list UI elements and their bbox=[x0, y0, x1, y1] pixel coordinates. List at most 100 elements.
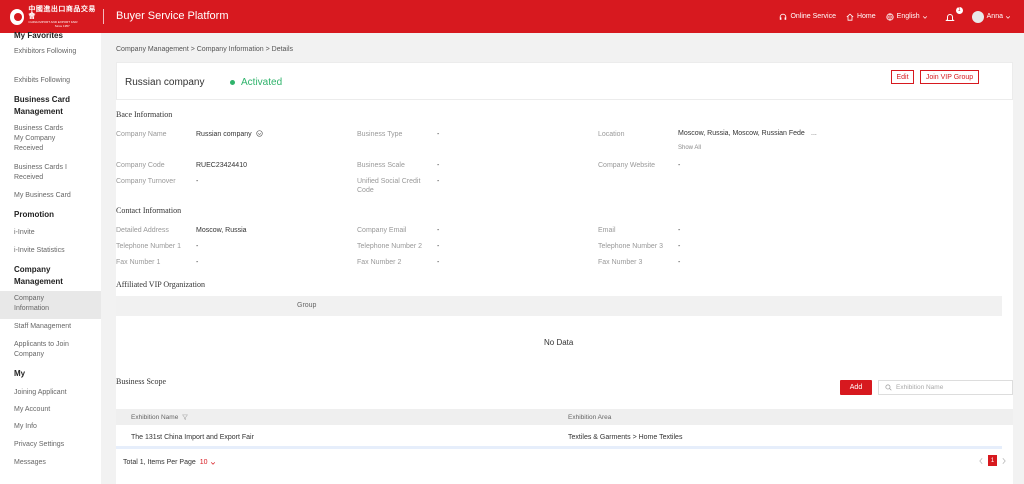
company-code-label: Company Code bbox=[116, 162, 165, 169]
telephone-3-value: - bbox=[678, 243, 681, 250]
items-per-page-value: 10 bbox=[199, 459, 208, 466]
items-per-page-select[interactable]: 10 bbox=[200, 459, 216, 466]
sidebar-item-my-business-card[interactable]: My Business Card bbox=[14, 191, 94, 201]
business-scale-value: - bbox=[437, 162, 440, 169]
business-type-label: Business Type bbox=[357, 131, 403, 138]
sidebar-item-messages[interactable]: Messages bbox=[14, 458, 94, 468]
bell-icon bbox=[944, 13, 955, 21]
location-label: Location bbox=[598, 131, 625, 138]
status-dot-icon bbox=[230, 80, 235, 85]
sidebar-item-exhibitors-following[interactable]: Exhibitors Following bbox=[14, 47, 94, 57]
sidebar-item-exhibits-following[interactable]: Exhibits Following bbox=[14, 76, 94, 86]
online-service-link[interactable]: Online Service bbox=[779, 13, 836, 21]
telephone-3-label: Telephone Number 3 bbox=[598, 243, 663, 250]
business-scope-table-header: Exhibition Name Exhibition Area bbox=[116, 409, 1013, 425]
fax-3-label: Fax Number 3 bbox=[598, 259, 643, 266]
top-bar: 中國進出口商品交易會 CHINA IMPORT AND EXPORT FAIR … bbox=[0, 0, 1024, 33]
fax-1-label: Fax Number 1 bbox=[116, 259, 161, 266]
exhibition-area-cell: Textiles & Garments > Home Textiles bbox=[568, 434, 683, 441]
home-label: Home bbox=[856, 13, 876, 20]
unified-code-value: - bbox=[437, 178, 440, 185]
business-scale-label: Business Scale bbox=[357, 162, 405, 169]
sidebar-item-my-info[interactable]: My Info bbox=[14, 422, 94, 432]
sidebar: My Favorites Exhibitors Following Exhibi… bbox=[0, 31, 101, 484]
exhibition-name-search-input[interactable] bbox=[896, 384, 1006, 391]
company-turnover-value: - bbox=[196, 178, 199, 185]
info-circle-icon[interactable] bbox=[255, 130, 263, 137]
home-icon bbox=[846, 13, 854, 21]
fax-1-value: - bbox=[196, 259, 199, 266]
language-label: English bbox=[896, 13, 920, 20]
contact-info-title: Contact Information bbox=[116, 206, 182, 215]
pagination: 1 bbox=[978, 455, 1007, 466]
filter-icon[interactable] bbox=[182, 414, 189, 420]
basic-info-title: Bace Information bbox=[116, 110, 173, 119]
sidebar-heading-my: My bbox=[14, 369, 26, 378]
company-turnover-label: Company Turnover bbox=[116, 178, 176, 185]
unified-code-label: Unified Social Credit Code bbox=[357, 178, 421, 194]
no-data-text: No Data bbox=[544, 338, 574, 347]
vip-table-header: Group bbox=[116, 296, 1002, 316]
platform-title: Buyer Service Platform bbox=[116, 10, 229, 22]
company-email-label: Company Email bbox=[357, 227, 407, 234]
sidebar-item-applicants-to-join[interactable]: Applicants to Join Company bbox=[14, 340, 84, 360]
exhibition-name-column-header[interactable]: Exhibition Name bbox=[131, 414, 189, 421]
notifications-button[interactable]: 1 bbox=[944, 6, 963, 22]
company-website-label: Company Website bbox=[598, 162, 656, 169]
logo-line-1: 中國進出口商品交易會 bbox=[28, 5, 96, 20]
business-type-value: - bbox=[437, 131, 440, 138]
home-link[interactable]: Home bbox=[846, 13, 876, 21]
headset-icon bbox=[780, 13, 787, 20]
email-value: - bbox=[678, 227, 681, 234]
exhibition-name-cell: The 131st China Import and Export Fair bbox=[131, 434, 254, 441]
chevron-left-icon[interactable] bbox=[978, 457, 984, 465]
add-button[interactable]: Add bbox=[840, 380, 872, 395]
sidebar-item-business-cards-i-received[interactable]: Business Cards I Received bbox=[14, 163, 74, 183]
company-website-value: - bbox=[678, 162, 681, 169]
search-icon bbox=[885, 384, 892, 391]
company-details-panel: Russian company Activated Edit Join VIP … bbox=[116, 62, 1013, 484]
chevron-down-icon bbox=[922, 15, 927, 19]
company-email-value: - bbox=[437, 227, 440, 234]
sidebar-heading-promotion: Promotion bbox=[14, 210, 54, 219]
sidebar-item-privacy-settings[interactable]: Privacy Settings bbox=[14, 440, 94, 450]
globe-icon bbox=[886, 12, 894, 21]
page-number-current[interactable]: 1 bbox=[988, 455, 997, 466]
language-selector[interactable]: English bbox=[886, 12, 931, 21]
status-text: Activated bbox=[241, 77, 283, 88]
fax-3-value: - bbox=[678, 259, 681, 266]
sidebar-item-company-information-label: Company Information bbox=[14, 295, 50, 312]
sidebar-item-i-invite-statistics[interactable]: i-Invite Statistics bbox=[14, 246, 94, 256]
exhibition-search bbox=[878, 380, 1013, 395]
user-name: Anna bbox=[986, 13, 1003, 20]
company-name-value: Russian company bbox=[196, 130, 263, 139]
company-code-value: RUEC23424410 bbox=[196, 162, 247, 169]
exhibition-name-header-text: Exhibition Name bbox=[131, 414, 179, 421]
company-name-heading: Russian company bbox=[125, 77, 205, 88]
sidebar-heading-company-management: Company Management bbox=[14, 265, 63, 286]
table-row[interactable]: The 131st China Import and Export Fair T… bbox=[116, 428, 1013, 446]
company-name-text: Russian company bbox=[196, 131, 252, 138]
horizontal-scrollbar[interactable] bbox=[116, 446, 1002, 449]
sidebar-item-joining-applicant[interactable]: Joining Applicant bbox=[14, 388, 94, 398]
company-name-label: Company Name bbox=[116, 131, 167, 138]
telephone-2-label: Telephone Number 2 bbox=[357, 243, 422, 250]
join-vip-group-button[interactable]: Join VIP Group bbox=[920, 70, 979, 84]
logo-line-3: Since 1957 bbox=[54, 23, 70, 28]
sidebar-item-business-cards-company-received[interactable]: Business Cards My Company Received bbox=[14, 124, 74, 154]
chevron-right-icon[interactable] bbox=[1001, 457, 1007, 465]
avatar bbox=[971, 10, 984, 23]
detailed-address-value: Moscow, Russia bbox=[196, 227, 247, 234]
fax-2-value: - bbox=[437, 259, 440, 266]
breadcrumb: Company Management > Company Information… bbox=[116, 46, 294, 53]
telephone-1-value: - bbox=[196, 243, 199, 250]
edit-button[interactable]: Edit bbox=[891, 70, 914, 84]
location-value: Moscow, Russia, Moscow, Russian Fede bbox=[678, 130, 805, 137]
user-menu[interactable]: Anna bbox=[971, 10, 1014, 23]
canton-fair-logo[interactable]: 中國進出口商品交易會 CHINA IMPORT AND EXPORT FAIR … bbox=[10, 5, 96, 28]
sidebar-heading-my-favorites: My Favorites bbox=[14, 31, 63, 40]
sidebar-item-my-account[interactable]: My Account bbox=[14, 405, 94, 415]
show-all-link[interactable]: Show All bbox=[678, 145, 701, 151]
sidebar-item-staff-management[interactable]: Staff Management bbox=[14, 322, 94, 332]
sidebar-item-i-invite[interactable]: i-Invite bbox=[14, 228, 94, 238]
